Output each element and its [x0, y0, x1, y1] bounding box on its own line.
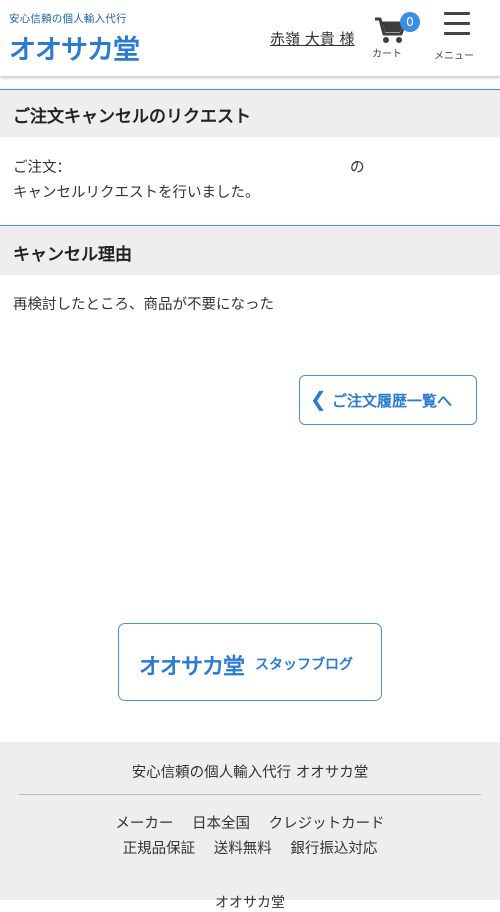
logo-tagline: 安心信頼の個人輸入代行	[9, 13, 127, 25]
footer-features-row-2: 正規品保証 送料無料 銀行振込対応	[0, 837, 500, 858]
feature-nationwide: 日本全国	[192, 816, 250, 832]
cancel-request-heading: ご注文キャンセルのリクエスト	[13, 107, 251, 127]
blog-brand-logo: オオサカ堂	[139, 654, 245, 680]
order-history-label: ご注文履歴一覧へ	[332, 392, 453, 410]
menu-button[interactable]: メニュー	[430, 10, 490, 66]
cart-label: カート	[372, 49, 402, 60]
cancel-request-heading-bar: ご注文キャンセルのリクエスト	[0, 89, 500, 137]
footer-divider	[19, 794, 481, 795]
order-label: ご注文：	[13, 160, 71, 176]
order-suffix: の	[350, 160, 365, 176]
cart-button[interactable]: 0 カート	[370, 6, 420, 66]
order-history-button[interactable]: ❮ ご注文履歴一覧へ	[299, 375, 477, 425]
cancel-reason-text: 再検討したところ、商品が不要になった	[13, 297, 274, 313]
footer-cut-text: オオサカ堂	[215, 895, 285, 911]
site-header: 安心信頼の個人輸入代行 オオサカ堂 赤嶺 大貴 様 0 カート メニュー	[0, 0, 500, 76]
order-line: ご注文： の	[13, 155, 487, 181]
user-name-link[interactable]: 赤嶺 大貴 様	[270, 28, 355, 49]
cancel-request-message: キャンセルリクエストを行いました。	[13, 185, 260, 201]
blog-label: スタッフブログ	[255, 657, 353, 673]
chevron-left-icon: ❮	[310, 387, 327, 411]
site-footer: 安心信頼の個人輸入代行 オオサカ堂 メーカー 日本全国 クレジットカード 正規品…	[0, 742, 500, 911]
cancel-reason-heading: キャンセル理由	[13, 245, 132, 265]
logo-text: オオサカ堂	[9, 35, 140, 66]
feature-maker: メーカー	[115, 816, 174, 832]
footer-features-row-1: メーカー 日本全国 クレジットカード	[0, 812, 500, 833]
site-logo[interactable]: 安心信頼の個人輸入代行 オオサカ堂	[9, 11, 140, 67]
footer-title: 安心信頼の個人輸入代行 オオサカ堂	[131, 765, 369, 781]
staff-blog-button[interactable]: オオサカ堂 スタッフブログ	[118, 623, 382, 701]
cart-count-badge: 0	[400, 12, 420, 32]
feature-bank-transfer: 銀行振込対応	[290, 841, 378, 857]
feature-genuine: 正規品保証	[122, 841, 196, 857]
feature-free-shipping: 送料無料	[213, 841, 272, 857]
menu-label: メニュー	[434, 51, 474, 62]
feature-credit-card: クレジットカード	[268, 816, 385, 832]
cancel-reason-heading-bar: キャンセル理由	[0, 225, 500, 275]
